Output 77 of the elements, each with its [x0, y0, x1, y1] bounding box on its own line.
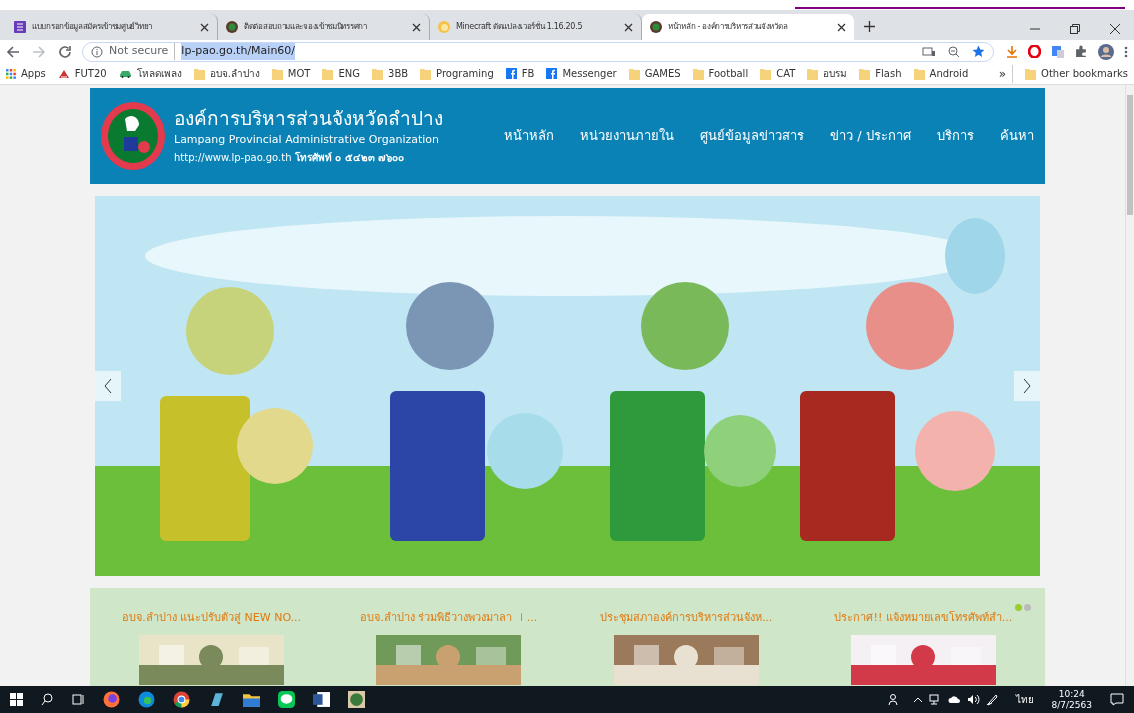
- nav-link[interactable]: หน้าหลัก: [504, 126, 554, 146]
- restore-icon[interactable]: [1070, 24, 1080, 34]
- bookmark[interactable]: 3BB: [372, 66, 409, 81]
- avatar-icon[interactable]: [1098, 43, 1114, 60]
- nav-link[interactable]: ข่าว / ประกาศ: [830, 126, 911, 146]
- bookmark[interactable]: MOT: [271, 66, 311, 81]
- menu-icon[interactable]: [1124, 45, 1128, 58]
- star-icon[interactable]: [972, 45, 985, 58]
- bookmark[interactable]: Apps: [6, 66, 46, 81]
- nav-link[interactable]: หน่วยงานภายใน: [580, 126, 674, 146]
- bookmark[interactable]: CAT: [760, 66, 796, 81]
- puzzle-icon[interactable]: [1075, 45, 1088, 58]
- close-icon[interactable]: [624, 22, 633, 32]
- contact-text: http://www.lp-pao.go.th โทรศัพท์ ๐ ๕๔๒๓ ๗๖๐๐: [174, 151, 406, 165]
- volume-icon[interactable]: [966, 694, 980, 705]
- url-text: lp-pao.go.th/Main60/: [181, 43, 296, 60]
- browser-tab[interactable]: หน้าหลัก - องค์การบริหารส่วนจังหวัดล: [642, 14, 854, 40]
- bookmark[interactable]: Programing: [420, 66, 494, 81]
- search-icon[interactable]: [41, 693, 54, 706]
- close-window-icon[interactable]: [1110, 24, 1120, 34]
- download-icon[interactable]: [1006, 45, 1018, 58]
- translate-icon[interactable]: [1051, 44, 1065, 59]
- new-tab-icon[interactable]: [864, 21, 875, 32]
- edge-icon[interactable]: [138, 691, 155, 708]
- folder-icon[interactable]: [243, 692, 260, 707]
- scrollbar[interactable]: [1125, 85, 1134, 686]
- bookmark[interactable]: ENG: [322, 66, 360, 81]
- task-view-icon[interactable]: [72, 693, 85, 706]
- bookmark[interactable]: อบรม: [807, 66, 848, 81]
- zoom-icon[interactable]: [948, 45, 960, 58]
- bookmark[interactable]: FUT20: [57, 66, 107, 81]
- bookmark[interactable]: Messenger: [546, 66, 617, 81]
- sun-icon: [438, 21, 450, 33]
- reload-icon[interactable]: [58, 44, 72, 59]
- cloud-icon[interactable]: [947, 695, 961, 704]
- notepad-icon[interactable]: [208, 691, 225, 708]
- bookmark[interactable]: โหลดเพลง: [118, 66, 182, 81]
- bookmark[interactable]: FB: [505, 66, 535, 81]
- bookmark[interactable]: Other bookmarks: [1025, 66, 1128, 81]
- chevron-up-icon[interactable]: [912, 695, 923, 704]
- close-icon[interactable]: [412, 22, 421, 32]
- network-icon[interactable]: [928, 694, 942, 705]
- info-icon[interactable]: [91, 45, 103, 58]
- bookmark[interactable]: Football: [692, 66, 749, 81]
- bookmark[interactable]: Flash: [859, 66, 902, 81]
- pen-icon[interactable]: [985, 693, 998, 706]
- word-icon[interactable]: [313, 691, 330, 708]
- nav-link[interactable]: บริการ: [936, 126, 974, 146]
- emblem-app-icon[interactable]: [348, 691, 365, 708]
- close-icon[interactable]: [200, 22, 209, 32]
- close-icon[interactable]: [837, 22, 846, 32]
- emblem-icon[interactable]: [100, 101, 166, 171]
- windows-icon[interactable]: [10, 693, 23, 706]
- site-title: องค์การบริหารส่วนจังหวัดลำปาง: [174, 106, 444, 131]
- bookmark[interactable]: GAMES: [628, 66, 681, 81]
- scrollbar-thumb[interactable]: [1127, 95, 1133, 215]
- bookmark[interactable]: Android: [913, 66, 969, 81]
- emblem-icon: [226, 21, 238, 33]
- firefox-icon[interactable]: [103, 691, 120, 708]
- folder-icon: [1025, 67, 1037, 80]
- nav-link[interactable]: ค้นหา: [999, 126, 1034, 146]
- security-label: Not secure: [109, 43, 176, 60]
- site-subtitle: Lampang Provincial Administrative Organization: [174, 132, 441, 148]
- back-icon[interactable]: [6, 44, 20, 59]
- emblem-icon: [650, 21, 662, 33]
- overflow-chevron[interactable]: »: [998, 64, 1014, 83]
- notification-icon[interactable]: [1110, 693, 1124, 706]
- nav-link[interactable]: ศูนย์ข้อมูลข่าวสาร: [700, 126, 804, 146]
- language-indicator[interactable]: ไทย: [1015, 692, 1034, 707]
- chat-icon[interactable]: [278, 691, 295, 708]
- ring-icon[interactable]: [1028, 45, 1041, 58]
- chrome-icon[interactable]: [173, 691, 190, 708]
- people-icon[interactable]: [887, 693, 901, 706]
- clock[interactable]: 10:24 8/7/2563: [1051, 688, 1092, 711]
- form-icon: [14, 21, 26, 33]
- bookmark[interactable]: อบจ.ลำปาง: [193, 66, 260, 81]
- cast-icon[interactable]: [922, 45, 936, 58]
